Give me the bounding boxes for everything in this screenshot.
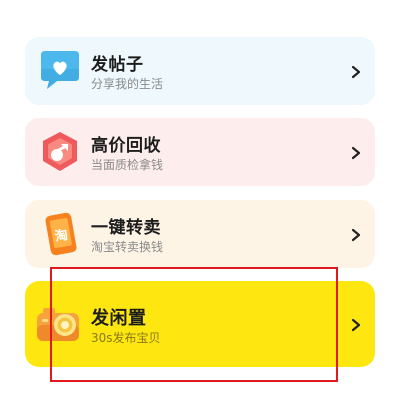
resell-card-subtitle: 淘宝转卖换钱 [91,240,164,254]
resell-card-button[interactable]: 淘 一键转卖 淘宝转卖换钱 [25,200,375,268]
publish-menu: 发帖子 分享我的生活 高价回收 当面质检拿钱 淘 一键转卖 淘宝转卖换钱 发闲置… [0,0,400,406]
camera-icon [35,301,85,345]
taobao-phone-icon: 淘 [35,212,85,256]
chevron-right-icon [349,317,363,332]
recycle-card-title: 高价回收 [91,136,161,156]
chevron-right-icon [349,64,363,79]
post-card-title: 发帖子 [91,55,144,75]
chat-heart-icon [35,49,85,93]
resell-card-title: 一键转卖 [91,218,161,238]
recycle-card-button[interactable]: 高价回收 当面质检拿钱 [25,118,375,186]
post-card-subtitle: 分享我的生活 [91,77,164,91]
chevron-right-icon [349,145,363,160]
sell-idle-card-button[interactable]: 发闲置 30s发布宝贝 [25,281,375,367]
post-card-button[interactable]: 发帖子 分享我的生活 [25,37,375,105]
taobao-glyph: 淘 [54,227,70,245]
recycle-coin-icon [35,130,85,174]
chevron-right-icon [349,227,363,242]
sell-idle-card-subtitle: 30s发布宝贝 [91,331,161,345]
recycle-card-subtitle: 当面质检拿钱 [91,158,164,172]
sell-idle-card-title: 发闲置 [91,308,147,329]
